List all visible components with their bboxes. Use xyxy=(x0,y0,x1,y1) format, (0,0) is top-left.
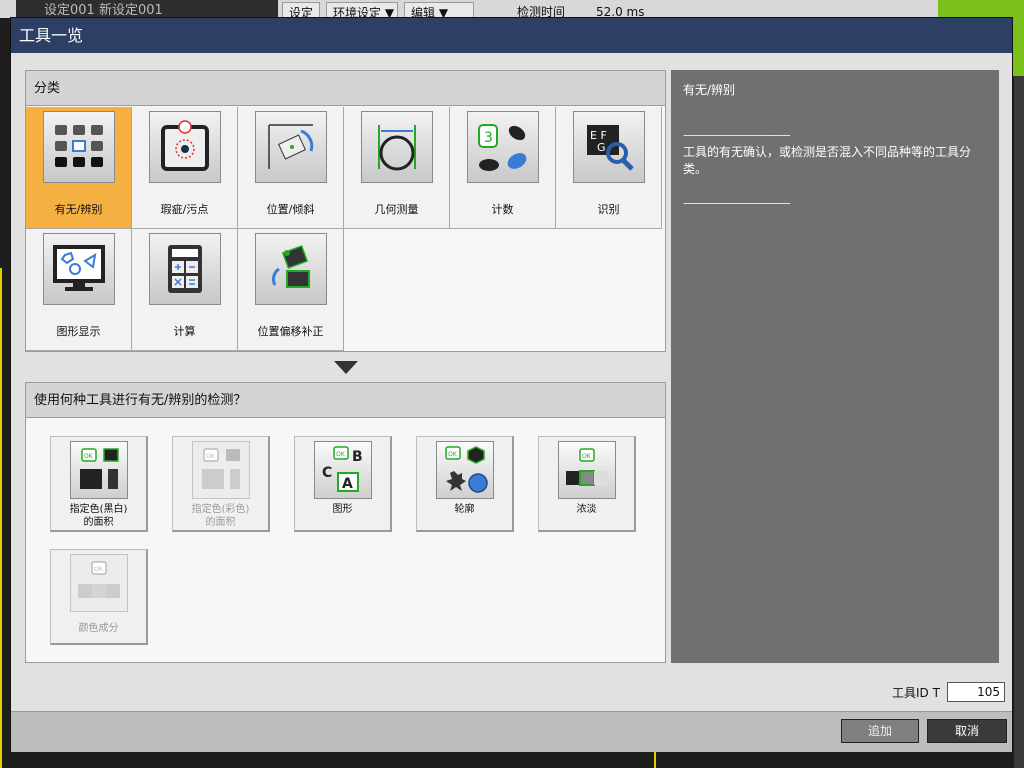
tool-area-mono[interactable]: OK 指定色(黑白) 的面积 xyxy=(50,436,148,532)
background-detect-time-label: 检测时间 xyxy=(517,5,566,18)
background-title: 设定001 新设定001 xyxy=(16,0,278,18)
category-label: 位置/倾斜 xyxy=(266,203,315,216)
area-mono-icon: OK xyxy=(70,441,128,499)
dialog-footer: 追加 取消 xyxy=(11,711,1012,752)
tool-id-field[interactable]: 105 xyxy=(947,682,1005,702)
svg-text:A: A xyxy=(342,476,353,492)
category-label: 识别 xyxy=(597,203,620,216)
svg-text:OK: OK xyxy=(448,451,458,458)
tool-label-line1: 图形 xyxy=(332,504,353,515)
description-panel: 有无/辨别 -------------------------------- 工… xyxy=(671,70,999,663)
tool-color-component[interactable]: OK 颜色成分 xyxy=(50,549,148,645)
background-yellow-border xyxy=(0,268,2,768)
svg-text:B: B xyxy=(352,449,363,465)
category-label: 计数 xyxy=(491,203,514,216)
tool-label-line1: 浓淡 xyxy=(576,504,597,515)
tool-area-color[interactable]: OK 指定色(彩色) 的面积 xyxy=(172,436,270,532)
cancel-button[interactable]: 取消 xyxy=(927,719,1007,743)
category-tile-stain[interactable]: 瑕疵/污点 xyxy=(132,107,238,229)
background-detect-time-value: 52.0 ms xyxy=(596,5,645,18)
tool-panel: 使用何种工具进行有无/辨别的检测？ OK 指定色(黑白) 的面积 OK 指定色(… xyxy=(25,382,666,663)
category-tile-calculation[interactable]: 计算 xyxy=(132,229,238,351)
category-tile-recognition[interactable]: E F G 识别 xyxy=(556,107,662,229)
tools-header: 使用何种工具进行有无/辨别的检测？ xyxy=(26,383,665,418)
category-tile-count[interactable]: 3 计数 xyxy=(450,107,556,229)
tool-id-label: 工具ID T xyxy=(892,686,940,700)
category-label: 图形显示 xyxy=(56,325,101,338)
category-header: 分类 xyxy=(26,71,665,106)
background-toolbar: 设定001 新设定001 设定 环境设定 ▼ 编辑 ▼ 检测时间 52.0 ms xyxy=(0,0,1024,18)
description-divider-top: -------------------------------- xyxy=(683,128,791,142)
tool-contour[interactable]: OK 轮廓 xyxy=(416,436,514,532)
pattern-abc-icon: OK B C A xyxy=(314,441,372,499)
svg-text:OK: OK xyxy=(336,451,346,458)
tool-label-line1: 轮廓 xyxy=(454,504,475,515)
description-divider-bottom: -------------------------------- xyxy=(683,196,791,210)
tool-label-line1: 指定色(黑白) xyxy=(69,504,128,515)
category-label: 瑕疵/污点 xyxy=(160,203,209,216)
background-menu-settings[interactable]: 设定 xyxy=(282,2,320,18)
arrow-down-icon xyxy=(334,361,358,374)
tool-label-line2: 的面积 xyxy=(83,517,114,528)
count-objects-icon: 3 xyxy=(467,111,539,183)
stain-target-icon xyxy=(149,111,221,183)
description-title: 有无/辨别 xyxy=(683,83,736,97)
dialog-title: 工具一览 xyxy=(11,18,1012,53)
tool-pattern[interactable]: OK B C A 图形 xyxy=(294,436,392,532)
category-tile-offset[interactable]: 位置偏移补正 xyxy=(238,229,344,351)
area-color-icon: OK xyxy=(192,441,250,499)
svg-text:OK: OK xyxy=(582,453,592,460)
category-label: 有无/辨别 xyxy=(54,203,103,216)
circle-measure-icon xyxy=(361,111,433,183)
contour-shapes-icon: OK xyxy=(436,441,494,499)
color-component-icon: OK xyxy=(70,554,128,612)
category-tile-position[interactable]: 位置/倾斜 xyxy=(238,107,344,229)
category-panel: 分类 有无/辨别 瑕疵/污点 位置/倾斜 几何测量 3 计数 E F G 识别 … xyxy=(25,70,666,352)
svg-text:OK: OK xyxy=(84,453,94,460)
svg-text:G: G xyxy=(597,141,606,154)
svg-text:C: C xyxy=(322,465,332,481)
monitor-shapes-icon xyxy=(43,233,115,305)
category-label: 位置偏移补正 xyxy=(257,325,324,338)
intensity-icon: OK xyxy=(558,441,616,499)
category-tile-geometry[interactable]: 几何测量 xyxy=(344,107,450,229)
category-tile-presence[interactable]: 有无/辨别 xyxy=(26,107,132,229)
svg-text:OK: OK xyxy=(206,453,216,460)
background-menu-edit[interactable]: 编辑 ▼ xyxy=(404,2,474,18)
ocr-magnifier-icon: E F G xyxy=(573,111,645,183)
offset-correction-icon xyxy=(255,233,327,305)
rotate-position-icon xyxy=(255,111,327,183)
calculator-icon xyxy=(149,233,221,305)
svg-text:3: 3 xyxy=(484,130,493,146)
description-text: 工具的有无确认，或检测是否混入不同品种等的工具分类。 xyxy=(683,145,972,176)
category-tile-graphic[interactable]: 图形显示 xyxy=(26,229,132,351)
svg-text:OK: OK xyxy=(94,566,104,573)
tool-label-line1: 颜色成分 xyxy=(78,623,119,634)
category-label: 计算 xyxy=(173,325,196,338)
tool-intensity[interactable]: OK 浓淡 xyxy=(538,436,636,532)
tool-list-dialog: 工具一览 分类 有无/辨别 瑕疵/污点 位置/倾斜 几何测量 3 计数 E F … xyxy=(10,17,1013,752)
grid-squares-icon xyxy=(43,111,115,183)
tool-label-line2: 的面积 xyxy=(205,517,236,528)
background-menu-environment[interactable]: 环境设定 ▼ xyxy=(326,2,398,18)
add-button[interactable]: 追加 xyxy=(841,719,919,743)
category-label: 几何测量 xyxy=(374,203,419,216)
background-right-edge xyxy=(1014,76,1024,768)
tool-label-line1: 指定色(彩色) xyxy=(191,504,250,515)
